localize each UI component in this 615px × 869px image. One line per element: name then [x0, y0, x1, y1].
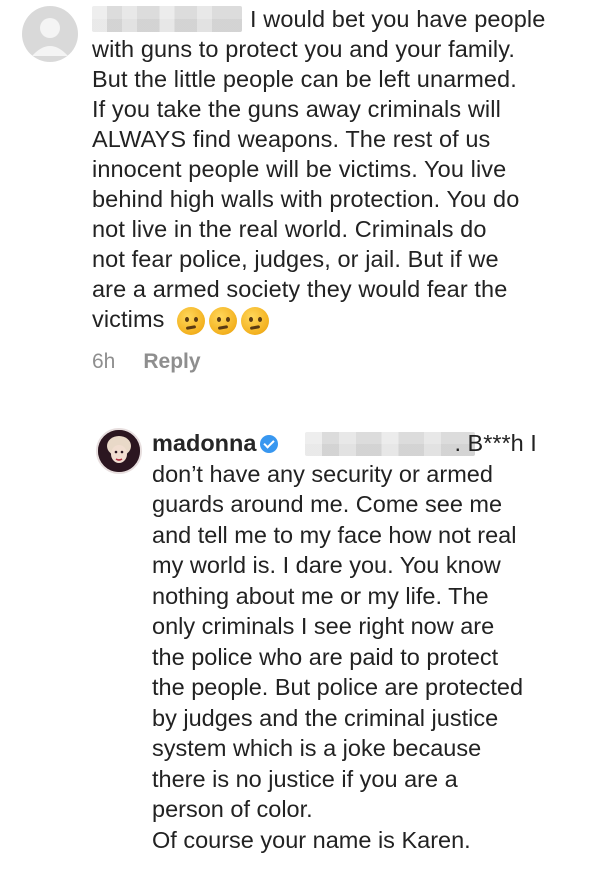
comment-line: are a armed society they would fear the [92, 276, 508, 302]
comment-line: I would bet you have people [250, 6, 546, 32]
reply-line: nothing about me or my life. The [152, 582, 489, 609]
comment-line: victims [92, 306, 165, 332]
reply-line: and tell me to my face how not real [152, 521, 517, 548]
comment-meta: 6h Reply [92, 350, 201, 374]
thinking-face-icon [177, 306, 206, 335]
verified-badge-icon [260, 435, 279, 453]
reply-line: guards around me. Come see me [152, 491, 503, 517]
reply-line: person of color. [152, 796, 313, 822]
reply-line: system which is a joke because [152, 735, 482, 761]
comment-line: If you take the guns away criminals will [92, 96, 501, 122]
reply-body: madonna . B***h I don’t have any security… [152, 428, 607, 855]
comment-line: ALWAYS find weapons. The rest of us [92, 126, 491, 152]
reply-line: don’t have any security or armed [152, 460, 493, 487]
default-user-icon [32, 18, 68, 56]
reply-line: the people. But police are protected [152, 674, 524, 700]
emoji-group [177, 306, 270, 335]
comment-timestamp: 6h [92, 350, 116, 373]
reply-line: . B***h I [454, 430, 537, 456]
comment-body: I would bet you have people with guns to… [92, 4, 602, 335]
comment-line: with guns to protect you and your family… [92, 36, 515, 62]
commenter-avatar[interactable] [22, 6, 78, 62]
comment-line: But the little people can be left unarme… [92, 66, 517, 92]
reply-line: there is no justice if you are a [152, 765, 458, 792]
comment-line: behind high walls with protection. You d… [92, 186, 520, 212]
madonna-avatar[interactable] [96, 428, 142, 474]
reply-line: the police who are paid to protect [152, 643, 499, 670]
profile-photo-icon [98, 430, 140, 472]
comment-line: innocent people will be victims. You liv… [92, 156, 507, 182]
reply-line: my world is. I dare you. You know [152, 552, 501, 578]
reply-username[interactable]: madonna [152, 430, 256, 456]
reply-line: by judges and the criminal justice [152, 704, 499, 731]
thinking-face-icon [241, 306, 270, 335]
comment-line: not fear police, judges, or jail. But if… [92, 246, 499, 272]
reply-button[interactable]: Reply [143, 350, 200, 374]
reply-line: only criminals I see right now are [152, 613, 495, 639]
comment-line: not live in the real world. Criminals do [92, 216, 487, 242]
reply-line: Of course your name is Karen. [152, 826, 471, 853]
thinking-face-icon [209, 306, 238, 335]
